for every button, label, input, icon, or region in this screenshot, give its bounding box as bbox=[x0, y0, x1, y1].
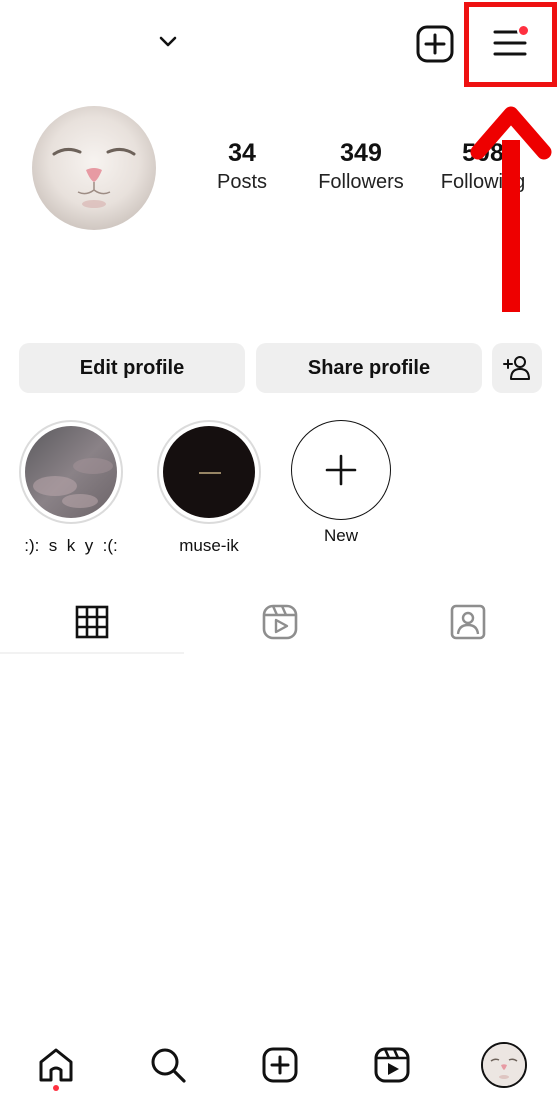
share-profile-button[interactable]: Share profile bbox=[256, 343, 482, 393]
annotation-arrow-icon bbox=[470, 106, 552, 312]
bottom-navigation bbox=[0, 1030, 560, 1100]
followers-stat[interactable]: 349 Followers bbox=[306, 138, 416, 196]
posts-count: 34 bbox=[228, 139, 256, 167]
tab-reels[interactable] bbox=[260, 602, 300, 642]
active-tab-underline bbox=[0, 652, 184, 654]
account-switcher-chevron-icon[interactable] bbox=[152, 26, 184, 58]
nav-profile[interactable] bbox=[481, 1042, 527, 1088]
notification-dot bbox=[517, 24, 530, 37]
posts-stat[interactable]: 34 Posts bbox=[200, 138, 284, 196]
posts-label: Posts bbox=[216, 171, 268, 193]
highlight-item[interactable]: :): s k y :(: bbox=[18, 420, 124, 556]
search-icon bbox=[151, 1048, 186, 1083]
highlight-cover bbox=[157, 420, 261, 524]
home-notification-dot bbox=[53, 1085, 59, 1091]
create-post-button[interactable] bbox=[415, 24, 455, 64]
tagged-icon bbox=[450, 604, 486, 640]
reels-icon bbox=[374, 1047, 410, 1083]
reels-icon bbox=[262, 604, 298, 640]
edit-profile-button[interactable]: Edit profile bbox=[19, 343, 245, 393]
tab-posts-grid[interactable] bbox=[72, 602, 112, 642]
grid-icon bbox=[75, 605, 109, 639]
highlight-cover bbox=[19, 420, 123, 524]
top-bar bbox=[0, 0, 560, 90]
nav-create[interactable] bbox=[257, 1042, 303, 1088]
profile-avatar-small bbox=[481, 1042, 527, 1088]
discover-people-button[interactable] bbox=[492, 343, 542, 393]
nav-home[interactable] bbox=[33, 1042, 79, 1088]
profile-avatar[interactable] bbox=[32, 106, 156, 230]
followers-label: Followers bbox=[318, 171, 404, 193]
home-icon bbox=[39, 1048, 73, 1082]
profile-tabs bbox=[0, 590, 560, 654]
add-person-icon bbox=[503, 356, 530, 380]
nav-reels[interactable] bbox=[369, 1042, 415, 1088]
new-highlight-button[interactable]: New bbox=[288, 420, 394, 546]
highlight-item[interactable]: muse-ik bbox=[156, 420, 262, 556]
nav-search[interactable] bbox=[145, 1042, 191, 1088]
highlight-label: :): s k y :(: bbox=[24, 536, 118, 555]
new-highlight-circle bbox=[291, 420, 391, 520]
highlight-label: muse-ik bbox=[179, 536, 239, 555]
followers-count: 349 bbox=[340, 139, 382, 167]
tab-tagged[interactable] bbox=[448, 602, 488, 642]
plus-square-icon bbox=[416, 25, 454, 63]
create-icon bbox=[262, 1047, 298, 1083]
highlight-label: New bbox=[323, 526, 358, 545]
plus-icon bbox=[325, 454, 357, 486]
